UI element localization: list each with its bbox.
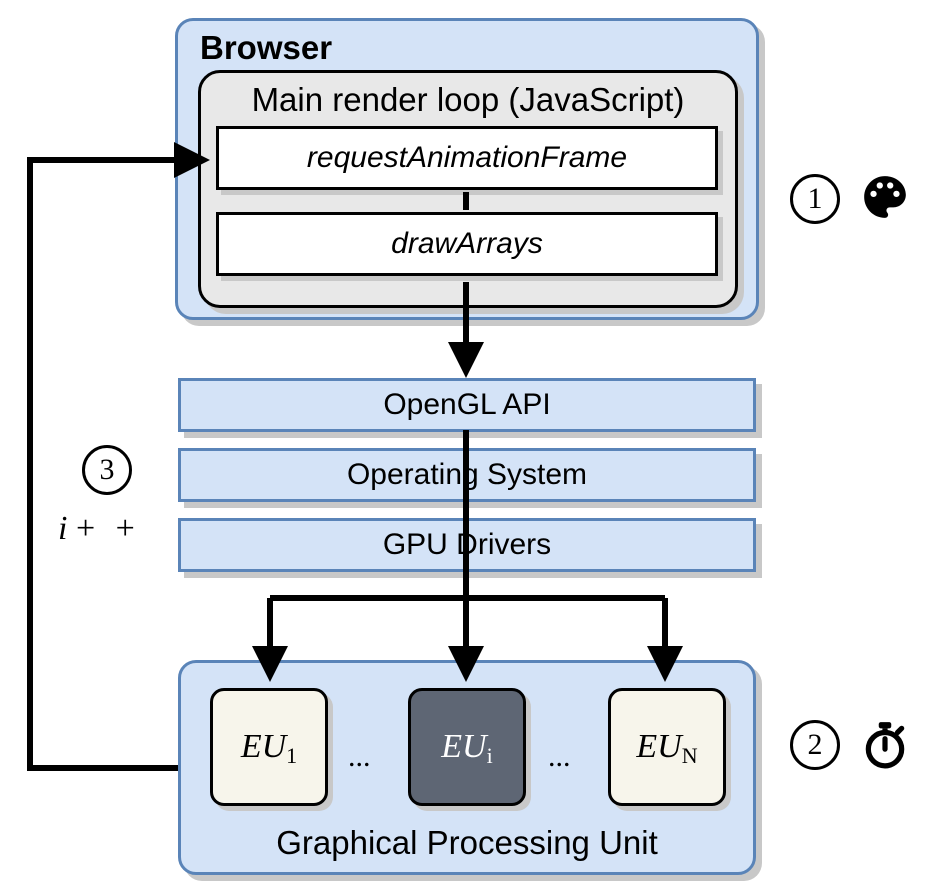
step-3-badge: 3: [82, 445, 132, 495]
step-2-badge: 2: [790, 720, 840, 770]
render-loop-title: Main render loop (JavaScript): [201, 81, 735, 119]
step-1-label: 1: [808, 182, 823, 216]
eu-i: EUi: [408, 688, 526, 806]
palette-icon: [860, 172, 910, 222]
gpu-title: Graphical Processing Unit: [181, 824, 753, 862]
eun-sub: N: [682, 743, 698, 768]
i-plus-plus: i + +: [58, 510, 141, 548]
request-animation-frame-box: requestAnimationFrame: [216, 126, 718, 190]
eu1-base: EU: [241, 728, 286, 765]
eu1-sub: 1: [286, 743, 297, 768]
eui-sub: i: [487, 743, 493, 768]
raf-label: requestAnimationFrame: [307, 141, 627, 175]
os-label: Operating System: [347, 458, 587, 492]
step-1-badge: 1: [790, 174, 840, 224]
browser-title: Browser: [200, 29, 332, 67]
stopwatch-icon: [860, 720, 910, 770]
drivers-layer: GPU Drivers: [178, 518, 756, 572]
step-3-label: 3: [100, 453, 115, 487]
dots-1: ...: [348, 740, 371, 774]
opengl-layer: OpenGL API: [178, 378, 756, 432]
drivers-label: GPU Drivers: [383, 528, 551, 562]
eun-base: EU: [636, 728, 681, 765]
eu-n: EUN: [608, 688, 726, 806]
draw-label: drawArrays: [391, 227, 543, 261]
eui-base: EU: [441, 728, 486, 765]
draw-arrays-box: drawArrays: [216, 212, 718, 276]
dots-2: ...: [548, 740, 571, 774]
ipp-plus: + +: [76, 510, 141, 547]
step-2-label: 2: [808, 728, 823, 762]
opengl-label: OpenGL API: [383, 388, 550, 422]
os-layer: Operating System: [178, 448, 756, 502]
ipp-i: i: [58, 510, 67, 547]
diagram-root: Browser Main render loop (JavaScript) re…: [0, 0, 941, 895]
eu-1: EU1: [210, 688, 328, 806]
